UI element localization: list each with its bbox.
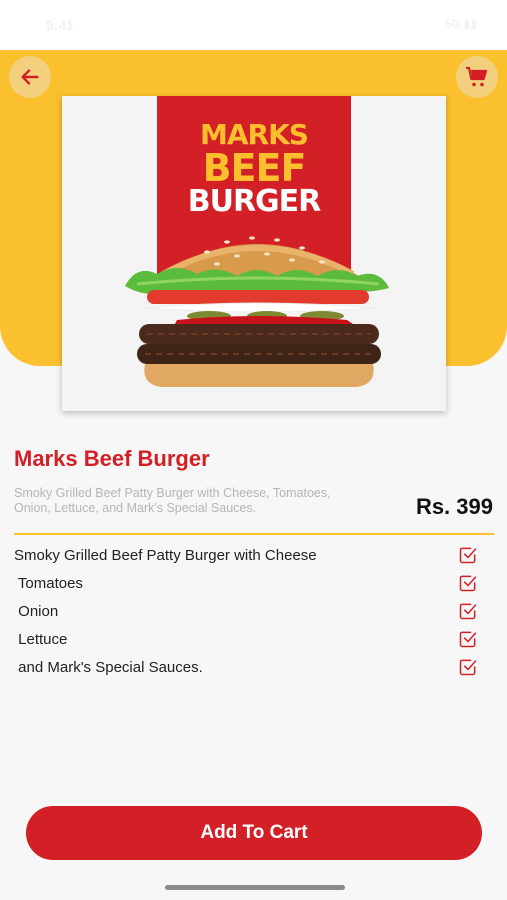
ingredient-label: Tomatoes bbox=[14, 574, 83, 592]
status-bar: 9:41 5G ▮▮ bbox=[0, 0, 507, 50]
cart-button[interactable] bbox=[456, 56, 498, 98]
shopping-cart-icon bbox=[466, 66, 488, 87]
status-time: 9:41 bbox=[46, 17, 75, 33]
ingredient-item[interactable]: Onion bbox=[14, 600, 484, 622]
status-indicators: 5G ▮▮ bbox=[444, 17, 477, 31]
burger-illustration bbox=[125, 236, 389, 387]
ingredient-label: and Mark's Special Sauces. bbox=[14, 658, 203, 676]
ingredient-item[interactable]: and Mark's Special Sauces. bbox=[14, 656, 484, 678]
arrow-left-icon bbox=[21, 69, 39, 85]
product-title: Marks Beef Burger bbox=[14, 446, 210, 471]
ingredient-item[interactable]: Smoky Grilled Beef Patty Burger with Che… bbox=[14, 544, 484, 566]
checkbox-checked-icon[interactable] bbox=[458, 657, 478, 677]
checkbox-checked-icon[interactable] bbox=[458, 545, 478, 565]
checkbox-checked-icon[interactable] bbox=[458, 601, 478, 621]
ingredient-label: Lettuce bbox=[14, 630, 68, 648]
add-to-cart-button[interactable]: Add To Cart bbox=[26, 806, 482, 860]
checkbox-checked-icon[interactable] bbox=[458, 573, 478, 593]
ingredient-label: Onion bbox=[14, 602, 59, 620]
divider bbox=[14, 533, 494, 535]
ingredient-item[interactable]: Lettuce bbox=[14, 628, 484, 650]
back-button[interactable] bbox=[9, 56, 51, 98]
product-description: Smoky Grilled Beef Patty Burger with Che… bbox=[14, 486, 331, 515]
ingredient-item[interactable]: Tomatoes bbox=[14, 572, 484, 594]
image-title-line3: BURGER bbox=[187, 184, 322, 219]
ingredient-label: Smoky Grilled Beef Patty Burger with Che… bbox=[14, 546, 317, 564]
checkbox-checked-icon[interactable] bbox=[458, 629, 478, 649]
home-indicator bbox=[165, 885, 345, 890]
product-price: Rs. 399 bbox=[415, 494, 493, 519]
product-image: MARKS BEEF BURGER bbox=[62, 96, 446, 411]
